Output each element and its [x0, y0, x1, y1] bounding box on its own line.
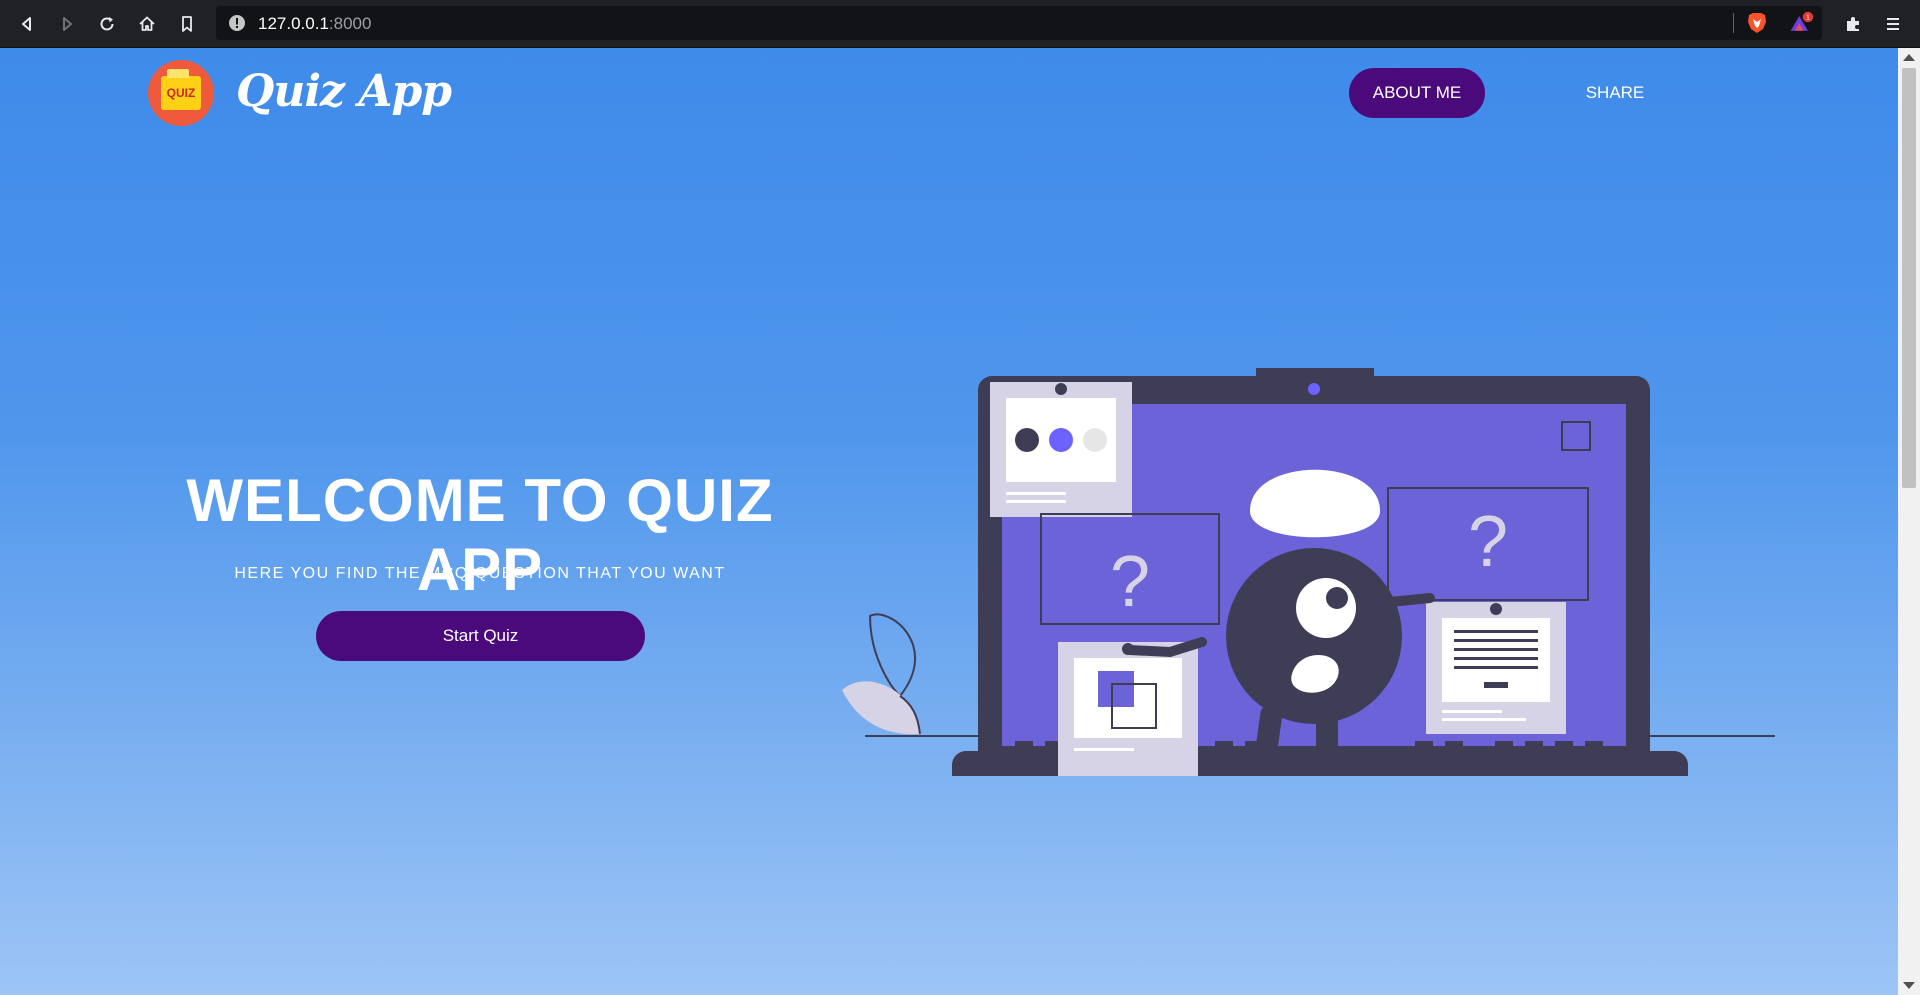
about-me-button[interactable]: ABOUT ME — [1349, 68, 1485, 118]
extensions-puzzle-icon[interactable] — [1840, 11, 1866, 37]
laptop-camera-bar — [1256, 368, 1374, 378]
brave-shield-icon[interactable] — [1744, 10, 1770, 36]
site-logo-text[interactable]: Quiz App — [236, 66, 452, 117]
brave-rewards-icon[interactable]: 1 — [1788, 10, 1814, 36]
scrollbar-thumb[interactable] — [1902, 68, 1916, 488]
hero-subtitle: HERE YOU FIND THE MCQ QUESTION THAT YOU … — [234, 565, 726, 582]
menu-icon[interactable] — [1880, 11, 1906, 37]
quiz-laptop-illustration: ? ? — [842, 368, 1775, 776]
hero-title: WELCOME TO QUIZ APP — [186, 467, 774, 603]
site-info-icon[interactable] — [228, 14, 246, 32]
webcam-dot — [1308, 383, 1320, 395]
monster-body — [1226, 548, 1402, 724]
pin-dot — [1055, 383, 1067, 395]
home-icon[interactable] — [134, 11, 160, 37]
back-icon[interactable] — [14, 11, 40, 37]
browser-toolbar: 127.0.0.1:8000 1 — [0, 0, 1920, 48]
rewards-badge-count: 1 — [1806, 15, 1810, 22]
color-dot-light — [1083, 428, 1107, 452]
reload-icon[interactable] — [94, 11, 120, 37]
forward-icon[interactable] — [54, 11, 80, 37]
url-port: :8000 — [328, 14, 372, 33]
share-link[interactable]: SHARE — [1560, 68, 1670, 118]
monster-arm-right — [1385, 593, 1435, 607]
monster-eye — [1296, 578, 1356, 638]
color-dot-purple — [1049, 428, 1073, 452]
address-bar[interactable]: 127.0.0.1:8000 1 — [216, 6, 1822, 40]
monster-pupil — [1326, 587, 1348, 609]
question-mark-right: ? — [1468, 502, 1508, 582]
scroll-down-icon[interactable] — [1903, 982, 1915, 989]
color-dot-dark — [1015, 428, 1039, 452]
question-mark-left: ? — [1110, 542, 1150, 622]
page-scrollbar[interactable] — [1898, 48, 1920, 995]
page-viewport: QUIZ Quiz App ABOUT ME SHARE WELCOME TO … — [0, 48, 1898, 995]
plant-leaf — [842, 681, 920, 735]
start-quiz-button[interactable]: Start Quiz — [316, 611, 645, 661]
address-bar-divider — [1733, 13, 1734, 33]
quiz-logo-icon[interactable]: QUIZ — [148, 60, 214, 126]
logo-badge: QUIZ — [161, 69, 201, 110]
bookmark-icon[interactable] — [174, 11, 200, 37]
url-text: 127.0.0.1:8000 — [258, 14, 371, 34]
scroll-up-icon[interactable] — [1903, 54, 1915, 61]
url-host: 127.0.0.1 — [258, 14, 329, 33]
